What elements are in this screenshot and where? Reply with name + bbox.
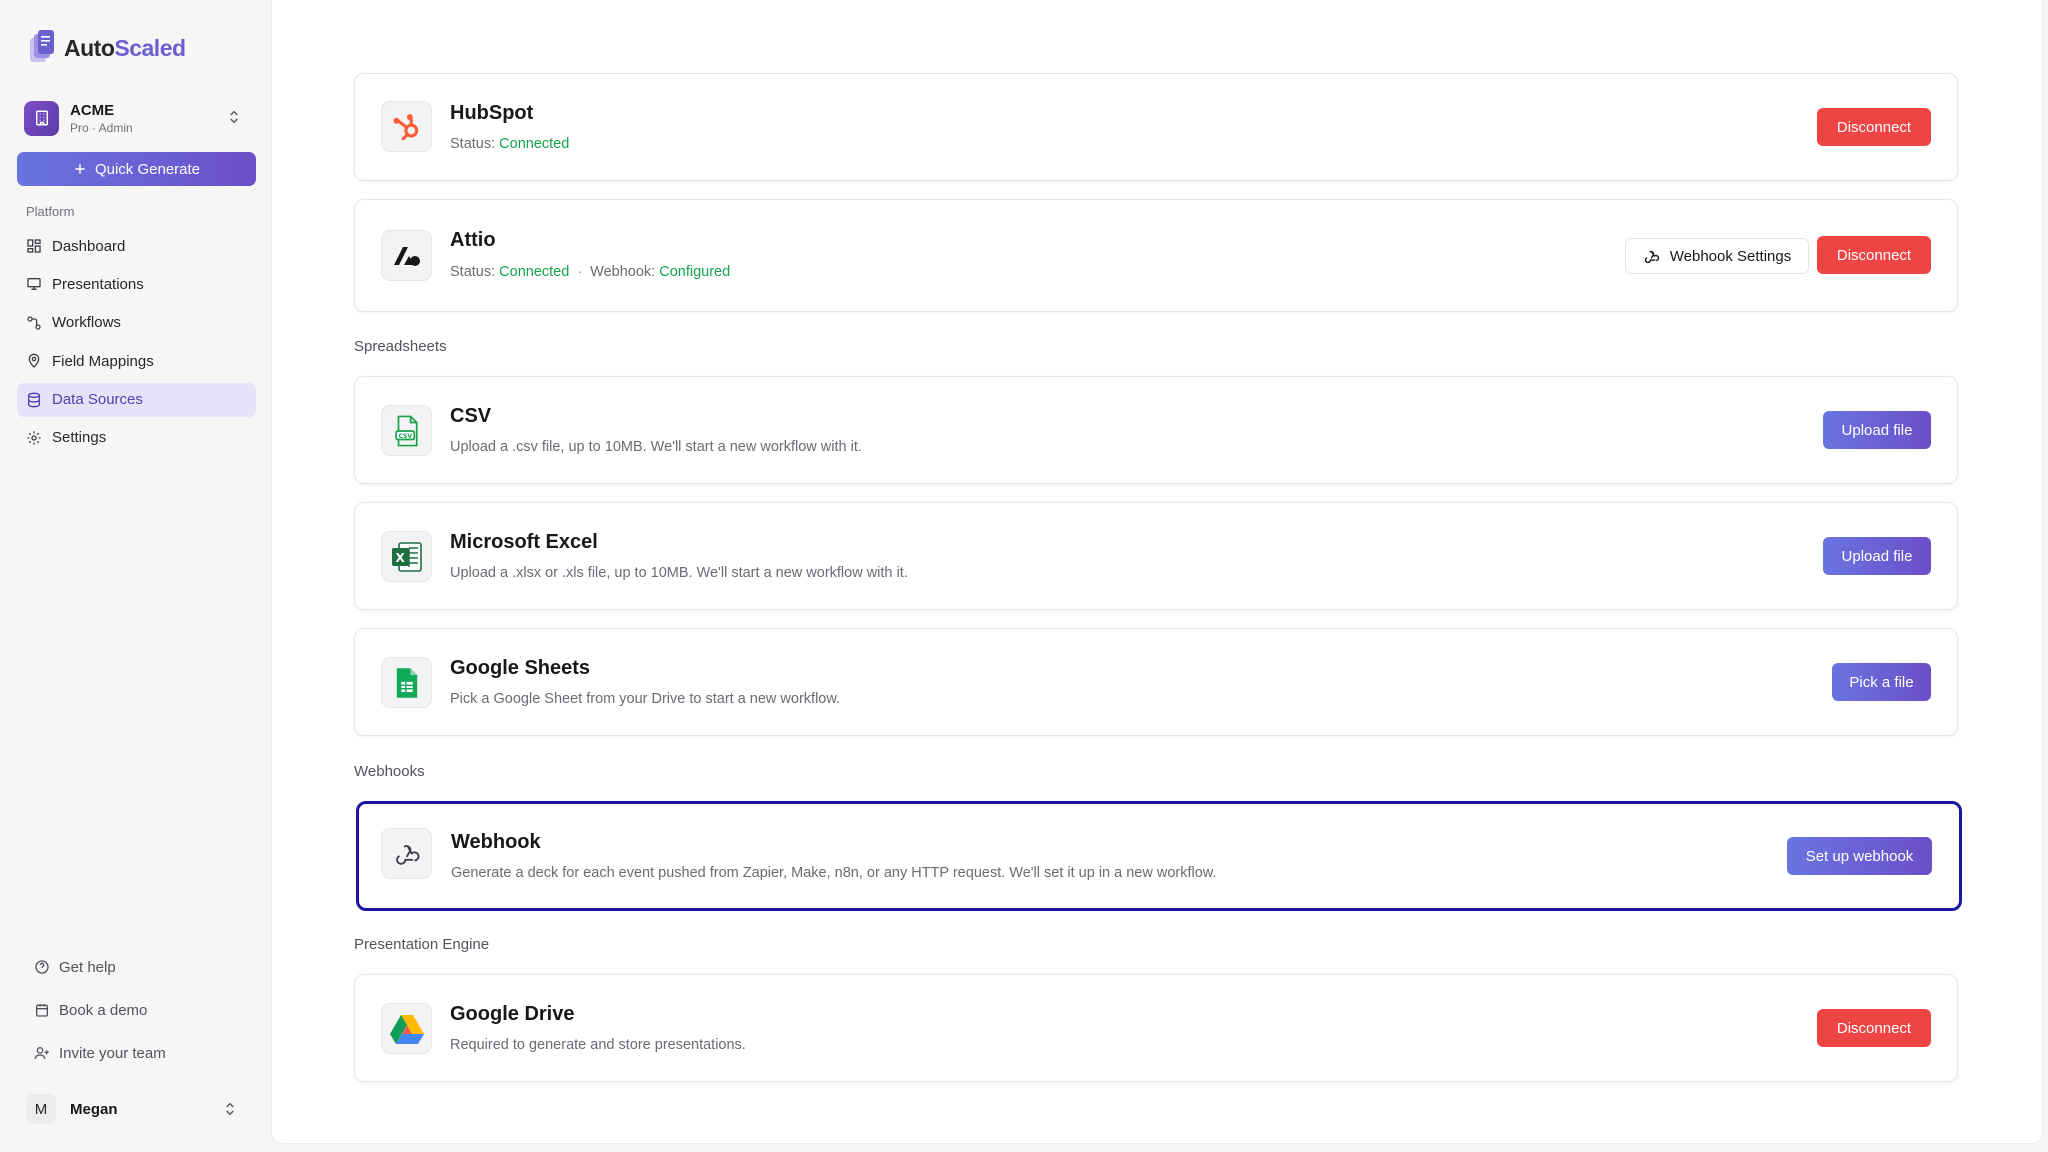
- org-switcher[interactable]: ACME Pro · Admin: [24, 98, 250, 138]
- gear-icon: [27, 431, 41, 445]
- hubspot-title: HubSpot: [450, 102, 534, 124]
- webhook-settings-button[interactable]: Webhook Settings: [1625, 238, 1809, 274]
- webhook-description: Generate a deck for each event pushed fr…: [451, 865, 1217, 881]
- webhook-status-badge: Configured: [659, 264, 731, 280]
- attio-title: Attio: [450, 229, 496, 251]
- set-up-webhook-button[interactable]: Set up webhook: [1787, 837, 1932, 875]
- map-pin-icon: [28, 353, 40, 369]
- org-name: ACME: [70, 101, 115, 119]
- chevrons-up-down-icon: [226, 1102, 234, 1116]
- status-label: Status:: [450, 136, 496, 152]
- logo-icon: [30, 30, 54, 62]
- attio-disconnect-button[interactable]: Disconnect: [1817, 236, 1931, 274]
- svg-text:X: X: [395, 551, 405, 565]
- grid-icon: [27, 239, 41, 253]
- presentation-icon: [27, 278, 41, 291]
- sidebar-item-data-sources[interactable]: Data Sources: [17, 382, 256, 417]
- csv-description: Upload a .csv file, up to 10MB. We'll st…: [450, 439, 862, 455]
- excel-description: Upload a .xlsx or .xls file, up to 10MB.…: [450, 565, 908, 581]
- user-plus-icon: [34, 1047, 49, 1060]
- sidebar-item-dashboard[interactable]: Dashboard: [17, 229, 256, 263]
- sidebar-item-settings[interactable]: Settings: [17, 421, 256, 455]
- sidebar-footer-links: Get help Book a demo Invite your team: [34, 955, 166, 1084]
- calendar-icon: [36, 1004, 48, 1017]
- csv-card: CSV CSV Upload a .csv file, up to 10MB. …: [354, 376, 1958, 484]
- webhook-card[interactable]: Webhook Generate a deck for each event p…: [356, 801, 1962, 911]
- book-demo-link[interactable]: Book a demo: [34, 998, 166, 1022]
- sidebar-item-label: Settings: [52, 429, 107, 447]
- google-sheets-icon: [381, 657, 432, 708]
- presentation-engine-section-label: Presentation Engine: [354, 936, 490, 953]
- brand-name-part2: Scaled: [114, 34, 186, 61]
- sidebar-item-label: Dashboard: [52, 237, 126, 255]
- book-demo-label: Book a demo: [59, 1001, 148, 1019]
- webhook-icon: [381, 828, 432, 879]
- webhook-label: Webhook:: [590, 264, 656, 280]
- brand-name-part1: Auto: [64, 34, 115, 61]
- sidebar-item-label: Data Sources: [52, 391, 143, 409]
- svg-text:CSV: CSV: [398, 432, 412, 439]
- get-help-link[interactable]: Get help: [34, 955, 166, 979]
- status-badge: Connected: [499, 264, 570, 280]
- get-help-label: Get help: [59, 958, 116, 976]
- google-sheets-description: Pick a Google Sheet from your Drive to s…: [450, 691, 841, 707]
- excel-upload-button[interactable]: Upload file: [1823, 537, 1931, 575]
- quick-generate-button[interactable]: Quick Generate: [17, 152, 256, 186]
- user-menu[interactable]: M Megan: [26, 1093, 252, 1125]
- google-drive-icon: [381, 1003, 432, 1054]
- sidebar-item-label: Presentations: [52, 275, 144, 293]
- main-content: HubSpot Status: Connected Disconnect Att…: [272, 0, 2042, 1143]
- webhook-title: Webhook: [451, 831, 541, 853]
- invite-team-link[interactable]: Invite your team: [34, 1041, 166, 1065]
- sidebar-item-field-mappings[interactable]: Field Mappings: [17, 344, 256, 378]
- spreadsheets-section-label: Spreadsheets: [354, 338, 447, 355]
- platform-section-label: Platform: [26, 204, 75, 219]
- excel-title: Microsoft Excel: [450, 531, 598, 553]
- database-icon: [28, 392, 40, 407]
- brand-name: AutoScaled: [64, 35, 186, 62]
- excel-card: X Microsoft Excel Upload a .xlsx or .xls…: [354, 502, 1958, 610]
- google-sheets-title: Google Sheets: [450, 657, 591, 679]
- google-sheets-pick-button[interactable]: Pick a file: [1832, 663, 1931, 701]
- sidebar-item-label: Workflows: [52, 314, 121, 332]
- plus-icon: [75, 164, 85, 174]
- csv-title: CSV: [450, 405, 492, 427]
- sidebar-item-presentations[interactable]: Presentations: [17, 267, 256, 301]
- csv-file-icon: CSV: [381, 405, 432, 456]
- webhooks-section-label: Webhooks: [354, 763, 425, 780]
- attio-card: Attio Status: Connected · Webhook: Configu…: [354, 199, 1958, 312]
- status-label: Status:: [450, 264, 496, 280]
- google-drive-description: Required to generate and store presentat…: [450, 1037, 746, 1053]
- sidebar-nav: Dashboard Presentations Workflows Field …: [17, 229, 256, 459]
- status-badge: Connected: [499, 136, 570, 152]
- quick-generate-label: Quick Generate: [94, 160, 201, 178]
- logo[interactable]: AutoScaled: [30, 30, 186, 66]
- workflow-icon: [27, 316, 41, 330]
- google-sheets-card: Google Sheets Pick a Google Sheet from y…: [354, 628, 1958, 736]
- csv-upload-button[interactable]: Upload file: [1823, 411, 1931, 449]
- hubspot-icon: [381, 101, 432, 152]
- hubspot-disconnect-button[interactable]: Disconnect: [1817, 108, 1931, 146]
- building-icon: [24, 100, 59, 136]
- sidebar-item-label: Field Mappings: [52, 352, 154, 370]
- sidebar: AutoScaled ACME Pro · Admin Quick Genera…: [0, 0, 272, 1152]
- help-icon: [35, 960, 49, 974]
- google-drive-disconnect-button[interactable]: Disconnect: [1817, 1009, 1931, 1047]
- invite-team-label: Invite your team: [59, 1044, 166, 1062]
- separator-dot: ·: [577, 264, 583, 280]
- hubspot-status: Status: Connected: [450, 136, 569, 152]
- webhook-icon: [1644, 250, 1659, 263]
- hubspot-card: HubSpot Status: Connected Disconnect: [354, 73, 1958, 181]
- chevrons-up-down-icon: [230, 110, 238, 124]
- avatar: M: [26, 1094, 56, 1124]
- google-drive-title: Google Drive: [450, 1003, 575, 1025]
- org-plan: Pro · Admin: [70, 120, 133, 135]
- user-name: Megan: [70, 1100, 118, 1118]
- attio-icon: [381, 230, 432, 281]
- webhook-settings-label: Webhook Settings: [1669, 247, 1792, 265]
- sidebar-item-workflows[interactable]: Workflows: [17, 306, 256, 340]
- attio-status: Status: Connected · Webhook: Configured: [450, 264, 730, 280]
- excel-icon: X: [381, 531, 432, 582]
- google-drive-card: Google Drive Required to generate and st…: [354, 974, 1958, 1082]
